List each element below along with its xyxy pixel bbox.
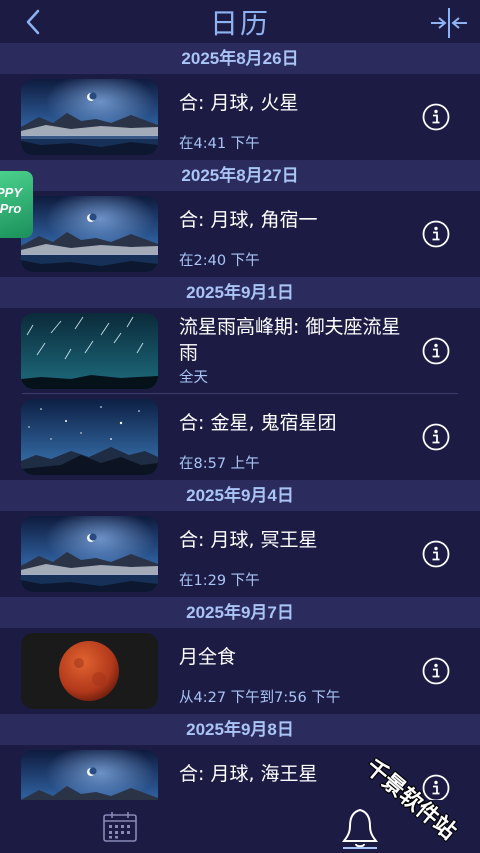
event-title: 合: 月球, 火星 xyxy=(179,92,299,114)
promo-badge[interactable]: PPY IPro xyxy=(0,171,33,238)
event-time: 全天 xyxy=(179,370,208,386)
moon-lake-thumbnail xyxy=(21,516,158,592)
date-header: 2025年9月7日 xyxy=(0,597,480,628)
event-title: 合: 月球, 海王星 xyxy=(179,763,318,785)
event-row[interactable]: 合: 金星, 鬼宿星团 在8:57 上午 xyxy=(0,394,480,480)
event-list[interactable]: 2025年8月26日 合: 月球, 火星 在4:41 下午 2025年8月27日… xyxy=(0,43,480,800)
info-icon[interactable] xyxy=(422,540,450,568)
event-time: 在1:29 下午 xyxy=(179,573,260,589)
event-title: 合: 金星, 鬼宿星团 xyxy=(179,412,337,434)
event-time: 在4:41 下午 xyxy=(179,136,260,152)
info-icon[interactable] xyxy=(422,103,450,131)
date-header: 2025年9月8日 xyxy=(0,714,480,745)
info-icon[interactable] xyxy=(422,657,450,685)
event-row[interactable]: 月全食 从4:27 下午到7:56 下午 xyxy=(0,628,480,714)
promo-badge-line1: PPY xyxy=(0,185,23,200)
starry-mountains-thumbnail xyxy=(21,399,158,475)
info-icon[interactable] xyxy=(422,774,450,800)
date-header: 2025年8月26日 xyxy=(0,43,480,74)
moon-lake-thumbnail xyxy=(21,750,158,800)
event-time: 在8:57 上午 xyxy=(179,456,260,472)
collapse-arrows-icon[interactable] xyxy=(430,6,468,40)
promo-badge-line2: IPro xyxy=(0,201,22,216)
bell-icon[interactable] xyxy=(338,806,382,850)
event-row[interactable]: 流星雨高峰期: 御夫座流星雨 全天 xyxy=(0,308,480,394)
info-icon[interactable] xyxy=(422,220,450,248)
calendar-icon[interactable] xyxy=(101,810,139,844)
date-header: 2025年9月4日 xyxy=(0,480,480,511)
date-header: 2025年8月27日 xyxy=(0,160,480,191)
event-title: 合: 月球, 冥王星 xyxy=(179,529,318,551)
meteor-shower-thumbnail xyxy=(21,313,158,389)
moon-lake-thumbnail xyxy=(21,196,158,272)
event-row[interactable]: 合: 月球, 冥王星 在1:29 下午 xyxy=(0,511,480,597)
moon-lake-thumbnail xyxy=(21,79,158,155)
info-icon[interactable] xyxy=(422,337,450,365)
event-row[interactable]: 合: 月球, 海王星 xyxy=(0,745,480,800)
event-time: 在2:40 下午 xyxy=(179,253,260,269)
event-title: 月全食 xyxy=(179,646,237,668)
event-row[interactable]: 合: 月球, 火星 在4:41 下午 xyxy=(0,74,480,160)
event-title: 合: 月球, 角宿一 xyxy=(179,209,318,231)
tab-bar xyxy=(0,800,480,853)
info-icon[interactable] xyxy=(422,423,450,451)
event-row[interactable]: 合: 月球, 角宿一 在2:40 下午 xyxy=(0,191,480,277)
event-title: 流星雨高峰期: 御夫座流星雨 xyxy=(179,316,401,364)
date-header: 2025年9月1日 xyxy=(0,277,480,308)
event-time: 从4:27 下午到7:56 下午 xyxy=(179,690,341,706)
header-bar: 日历 xyxy=(0,0,480,43)
page-title: 日历 xyxy=(209,7,270,40)
blood-moon-thumbnail xyxy=(21,633,158,709)
